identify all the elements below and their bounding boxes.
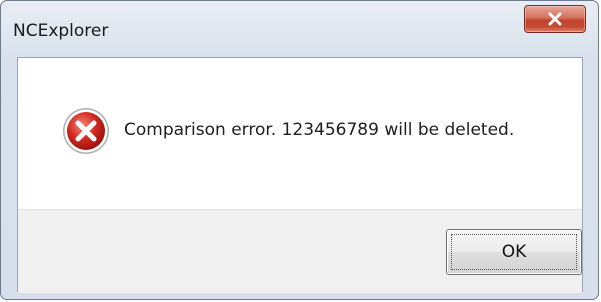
close-button[interactable]: [524, 5, 586, 33]
button-area: OK: [18, 209, 582, 293]
ok-button[interactable]: OK: [446, 229, 582, 275]
error-message: Comparison error. 123456789 will be dele…: [124, 120, 515, 140]
close-icon: [547, 11, 563, 27]
dialog-window: NCExplorer Comparison error. 123456789 w…: [0, 0, 599, 300]
dialog-body: Comparison error. 123456789 will be dele…: [17, 57, 583, 293]
ok-button-label: OK: [501, 242, 527, 262]
message-area: Comparison error. 123456789 will be dele…: [18, 58, 582, 209]
title-bar[interactable]: NCExplorer: [1, 1, 598, 57]
window-title: NCExplorer: [13, 21, 109, 41]
error-icon: [61, 106, 111, 156]
